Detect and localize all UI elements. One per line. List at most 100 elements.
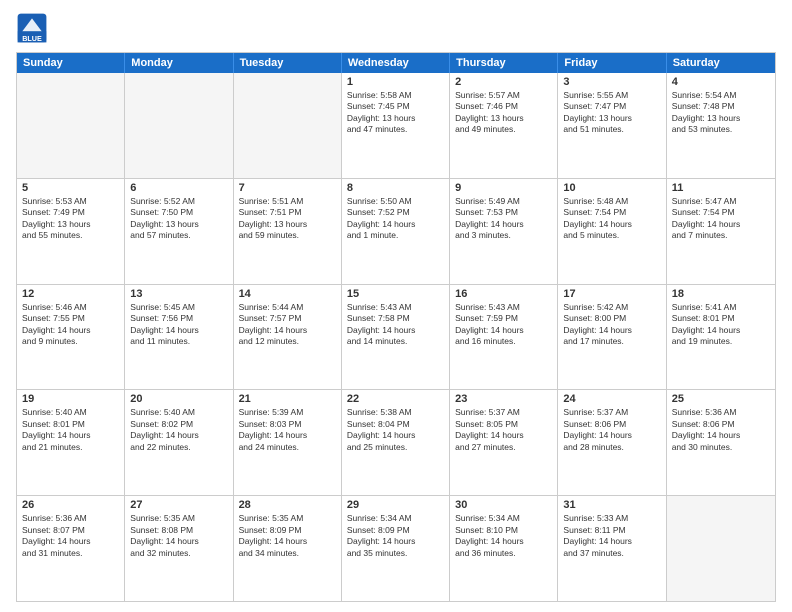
calendar-cell: 31 Sunrise: 5:33 AM Sunset: 8:11 PM Dayli…	[558, 496, 666, 601]
calendar-cell: 29Sunrise: 5:34 AM Sunset: 8:09 PM Dayli…	[342, 496, 450, 601]
page: BLUE SundayMondayTuesdayWednesdayThursda…	[0, 0, 792, 612]
calendar-cell: 21 Sunrise: 5:39 AM Sunset: 8:03 PM Dayli…	[234, 390, 342, 495]
calendar-cell: 5Sunrise: 5:53 AM Sunset: 7:49 PM Daylig…	[17, 179, 125, 284]
day-number: 31	[563, 499, 660, 511]
cell-info: Sunrise: 5:33 AM Sunset: 8:11 PM Dayligh…	[563, 513, 660, 559]
calendar-cell: 19 Sunrise: 5:40 AM Sunset: 8:01 PM Dayli…	[17, 390, 125, 495]
day-number: 14	[239, 288, 336, 300]
calendar-cell	[17, 73, 125, 178]
cell-info: Sunrise: 5:44 AM Sunset: 7:57 PM Dayligh…	[239, 302, 336, 348]
day-number: 16	[455, 288, 552, 300]
calendar-cell: 23Sunrise: 5:37 AM Sunset: 8:05 PM Dayli…	[450, 390, 558, 495]
calendar-cell: 17 Sunrise: 5:42 AM Sunset: 8:00 PM Dayli…	[558, 285, 666, 390]
cell-info: Sunrise: 5:34 AM Sunset: 8:10 PM Dayligh…	[455, 513, 552, 559]
calendar-body: 1 Sunrise: 5:58 AM Sunset: 7:45 PM Daylig…	[17, 73, 775, 601]
calendar-cell	[667, 496, 775, 601]
calendar-cell	[234, 73, 342, 178]
cell-info: Sunrise: 5:35 AM Sunset: 8:09 PM Dayligh…	[239, 513, 336, 559]
calendar-cell: 7Sunrise: 5:51 AM Sunset: 7:51 PM Daylig…	[234, 179, 342, 284]
day-number: 6	[130, 182, 227, 194]
calendar-cell: 13Sunrise: 5:45 AM Sunset: 7:56 PM Dayli…	[125, 285, 233, 390]
svg-text:BLUE: BLUE	[22, 34, 42, 43]
day-number: 2	[455, 76, 552, 88]
calendar-cell: 3 Sunrise: 5:55 AM Sunset: 7:47 PM Daylig…	[558, 73, 666, 178]
cell-info: Sunrise: 5:43 AM Sunset: 7:58 PM Dayligh…	[347, 302, 444, 348]
calendar-cell: 10 Sunrise: 5:48 AM Sunset: 7:54 PM Dayli…	[558, 179, 666, 284]
weekday-header: Tuesday	[234, 53, 342, 73]
day-number: 1	[347, 76, 444, 88]
cell-info: Sunrise: 5:43 AM Sunset: 7:59 PM Dayligh…	[455, 302, 552, 348]
weekday-header: Wednesday	[342, 53, 450, 73]
calendar-row: 26 Sunrise: 5:36 AM Sunset: 8:07 PM Dayli…	[17, 495, 775, 601]
day-number: 21	[239, 393, 336, 405]
calendar-cell: 26 Sunrise: 5:36 AM Sunset: 8:07 PM Dayli…	[17, 496, 125, 601]
calendar-cell: 30Sunrise: 5:34 AM Sunset: 8:10 PM Dayli…	[450, 496, 558, 601]
day-number: 24	[563, 393, 660, 405]
cell-info: Sunrise: 5:49 AM Sunset: 7:53 PM Dayligh…	[455, 196, 552, 242]
calendar-cell: 6 Sunrise: 5:52 AM Sunset: 7:50 PM Daylig…	[125, 179, 233, 284]
calendar-cell: 16 Sunrise: 5:43 AM Sunset: 7:59 PM Dayli…	[450, 285, 558, 390]
day-number: 10	[563, 182, 660, 194]
day-number: 3	[563, 76, 660, 88]
weekday-header: Monday	[125, 53, 233, 73]
calendar-cell: 20Sunrise: 5:40 AM Sunset: 8:02 PM Dayli…	[125, 390, 233, 495]
day-number: 29	[347, 499, 444, 511]
day-number: 26	[22, 499, 119, 511]
weekday-header: Thursday	[450, 53, 558, 73]
logo-icon: BLUE	[16, 12, 48, 44]
calendar-cell: 8 Sunrise: 5:50 AM Sunset: 7:52 PM Daylig…	[342, 179, 450, 284]
cell-info: Sunrise: 5:40 AM Sunset: 8:02 PM Dayligh…	[130, 407, 227, 453]
cell-info: Sunrise: 5:42 AM Sunset: 8:00 PM Dayligh…	[563, 302, 660, 348]
cell-info: Sunrise: 5:55 AM Sunset: 7:47 PM Dayligh…	[563, 90, 660, 136]
day-number: 18	[672, 288, 770, 300]
calendar-cell	[125, 73, 233, 178]
cell-info: Sunrise: 5:36 AM Sunset: 8:06 PM Dayligh…	[672, 407, 770, 453]
day-number: 28	[239, 499, 336, 511]
cell-info: Sunrise: 5:50 AM Sunset: 7:52 PM Dayligh…	[347, 196, 444, 242]
cell-info: Sunrise: 5:52 AM Sunset: 7:50 PM Dayligh…	[130, 196, 227, 242]
weekday-header: Sunday	[17, 53, 125, 73]
day-number: 17	[563, 288, 660, 300]
day-number: 22	[347, 393, 444, 405]
calendar-cell: 25 Sunrise: 5:36 AM Sunset: 8:06 PM Dayli…	[667, 390, 775, 495]
cell-info: Sunrise: 5:39 AM Sunset: 8:03 PM Dayligh…	[239, 407, 336, 453]
cell-info: Sunrise: 5:38 AM Sunset: 8:04 PM Dayligh…	[347, 407, 444, 453]
calendar-cell: 27Sunrise: 5:35 AM Sunset: 8:08 PM Dayli…	[125, 496, 233, 601]
cell-info: Sunrise: 5:45 AM Sunset: 7:56 PM Dayligh…	[130, 302, 227, 348]
cell-info: Sunrise: 5:51 AM Sunset: 7:51 PM Dayligh…	[239, 196, 336, 242]
calendar-cell: 4Sunrise: 5:54 AM Sunset: 7:48 PM Daylig…	[667, 73, 775, 178]
calendar-header: SundayMondayTuesdayWednesdayThursdayFrid…	[17, 53, 775, 73]
cell-info: Sunrise: 5:53 AM Sunset: 7:49 PM Dayligh…	[22, 196, 119, 242]
calendar-cell: 12 Sunrise: 5:46 AM Sunset: 7:55 PM Dayli…	[17, 285, 125, 390]
cell-info: Sunrise: 5:46 AM Sunset: 7:55 PM Dayligh…	[22, 302, 119, 348]
day-number: 19	[22, 393, 119, 405]
day-number: 15	[347, 288, 444, 300]
day-number: 12	[22, 288, 119, 300]
calendar-cell: 14 Sunrise: 5:44 AM Sunset: 7:57 PM Dayli…	[234, 285, 342, 390]
cell-info: Sunrise: 5:35 AM Sunset: 8:08 PM Dayligh…	[130, 513, 227, 559]
day-number: 25	[672, 393, 770, 405]
cell-info: Sunrise: 5:40 AM Sunset: 8:01 PM Dayligh…	[22, 407, 119, 453]
calendar-row: 19 Sunrise: 5:40 AM Sunset: 8:01 PM Dayli…	[17, 389, 775, 495]
day-number: 11	[672, 182, 770, 194]
calendar-cell: 18 Sunrise: 5:41 AM Sunset: 8:01 PM Dayli…	[667, 285, 775, 390]
calendar-row: 1 Sunrise: 5:58 AM Sunset: 7:45 PM Daylig…	[17, 73, 775, 178]
weekday-header: Friday	[558, 53, 666, 73]
calendar-cell: 11Sunrise: 5:47 AM Sunset: 7:54 PM Dayli…	[667, 179, 775, 284]
cell-info: Sunrise: 5:57 AM Sunset: 7:46 PM Dayligh…	[455, 90, 552, 136]
day-number: 8	[347, 182, 444, 194]
cell-info: Sunrise: 5:36 AM Sunset: 8:07 PM Dayligh…	[22, 513, 119, 559]
cell-info: Sunrise: 5:37 AM Sunset: 8:05 PM Dayligh…	[455, 407, 552, 453]
cell-info: Sunrise: 5:37 AM Sunset: 8:06 PM Dayligh…	[563, 407, 660, 453]
cell-info: Sunrise: 5:48 AM Sunset: 7:54 PM Dayligh…	[563, 196, 660, 242]
logo: BLUE	[16, 12, 52, 44]
calendar-cell: 15 Sunrise: 5:43 AM Sunset: 7:58 PM Dayli…	[342, 285, 450, 390]
cell-info: Sunrise: 5:41 AM Sunset: 8:01 PM Dayligh…	[672, 302, 770, 348]
calendar-row: 5Sunrise: 5:53 AM Sunset: 7:49 PM Daylig…	[17, 178, 775, 284]
calendar-row: 12 Sunrise: 5:46 AM Sunset: 7:55 PM Dayli…	[17, 284, 775, 390]
day-number: 9	[455, 182, 552, 194]
calendar-cell: 1 Sunrise: 5:58 AM Sunset: 7:45 PM Daylig…	[342, 73, 450, 178]
cell-info: Sunrise: 5:58 AM Sunset: 7:45 PM Dayligh…	[347, 90, 444, 136]
calendar: SundayMondayTuesdayWednesdayThursdayFrid…	[16, 52, 776, 602]
calendar-cell: 2 Sunrise: 5:57 AM Sunset: 7:46 PM Daylig…	[450, 73, 558, 178]
